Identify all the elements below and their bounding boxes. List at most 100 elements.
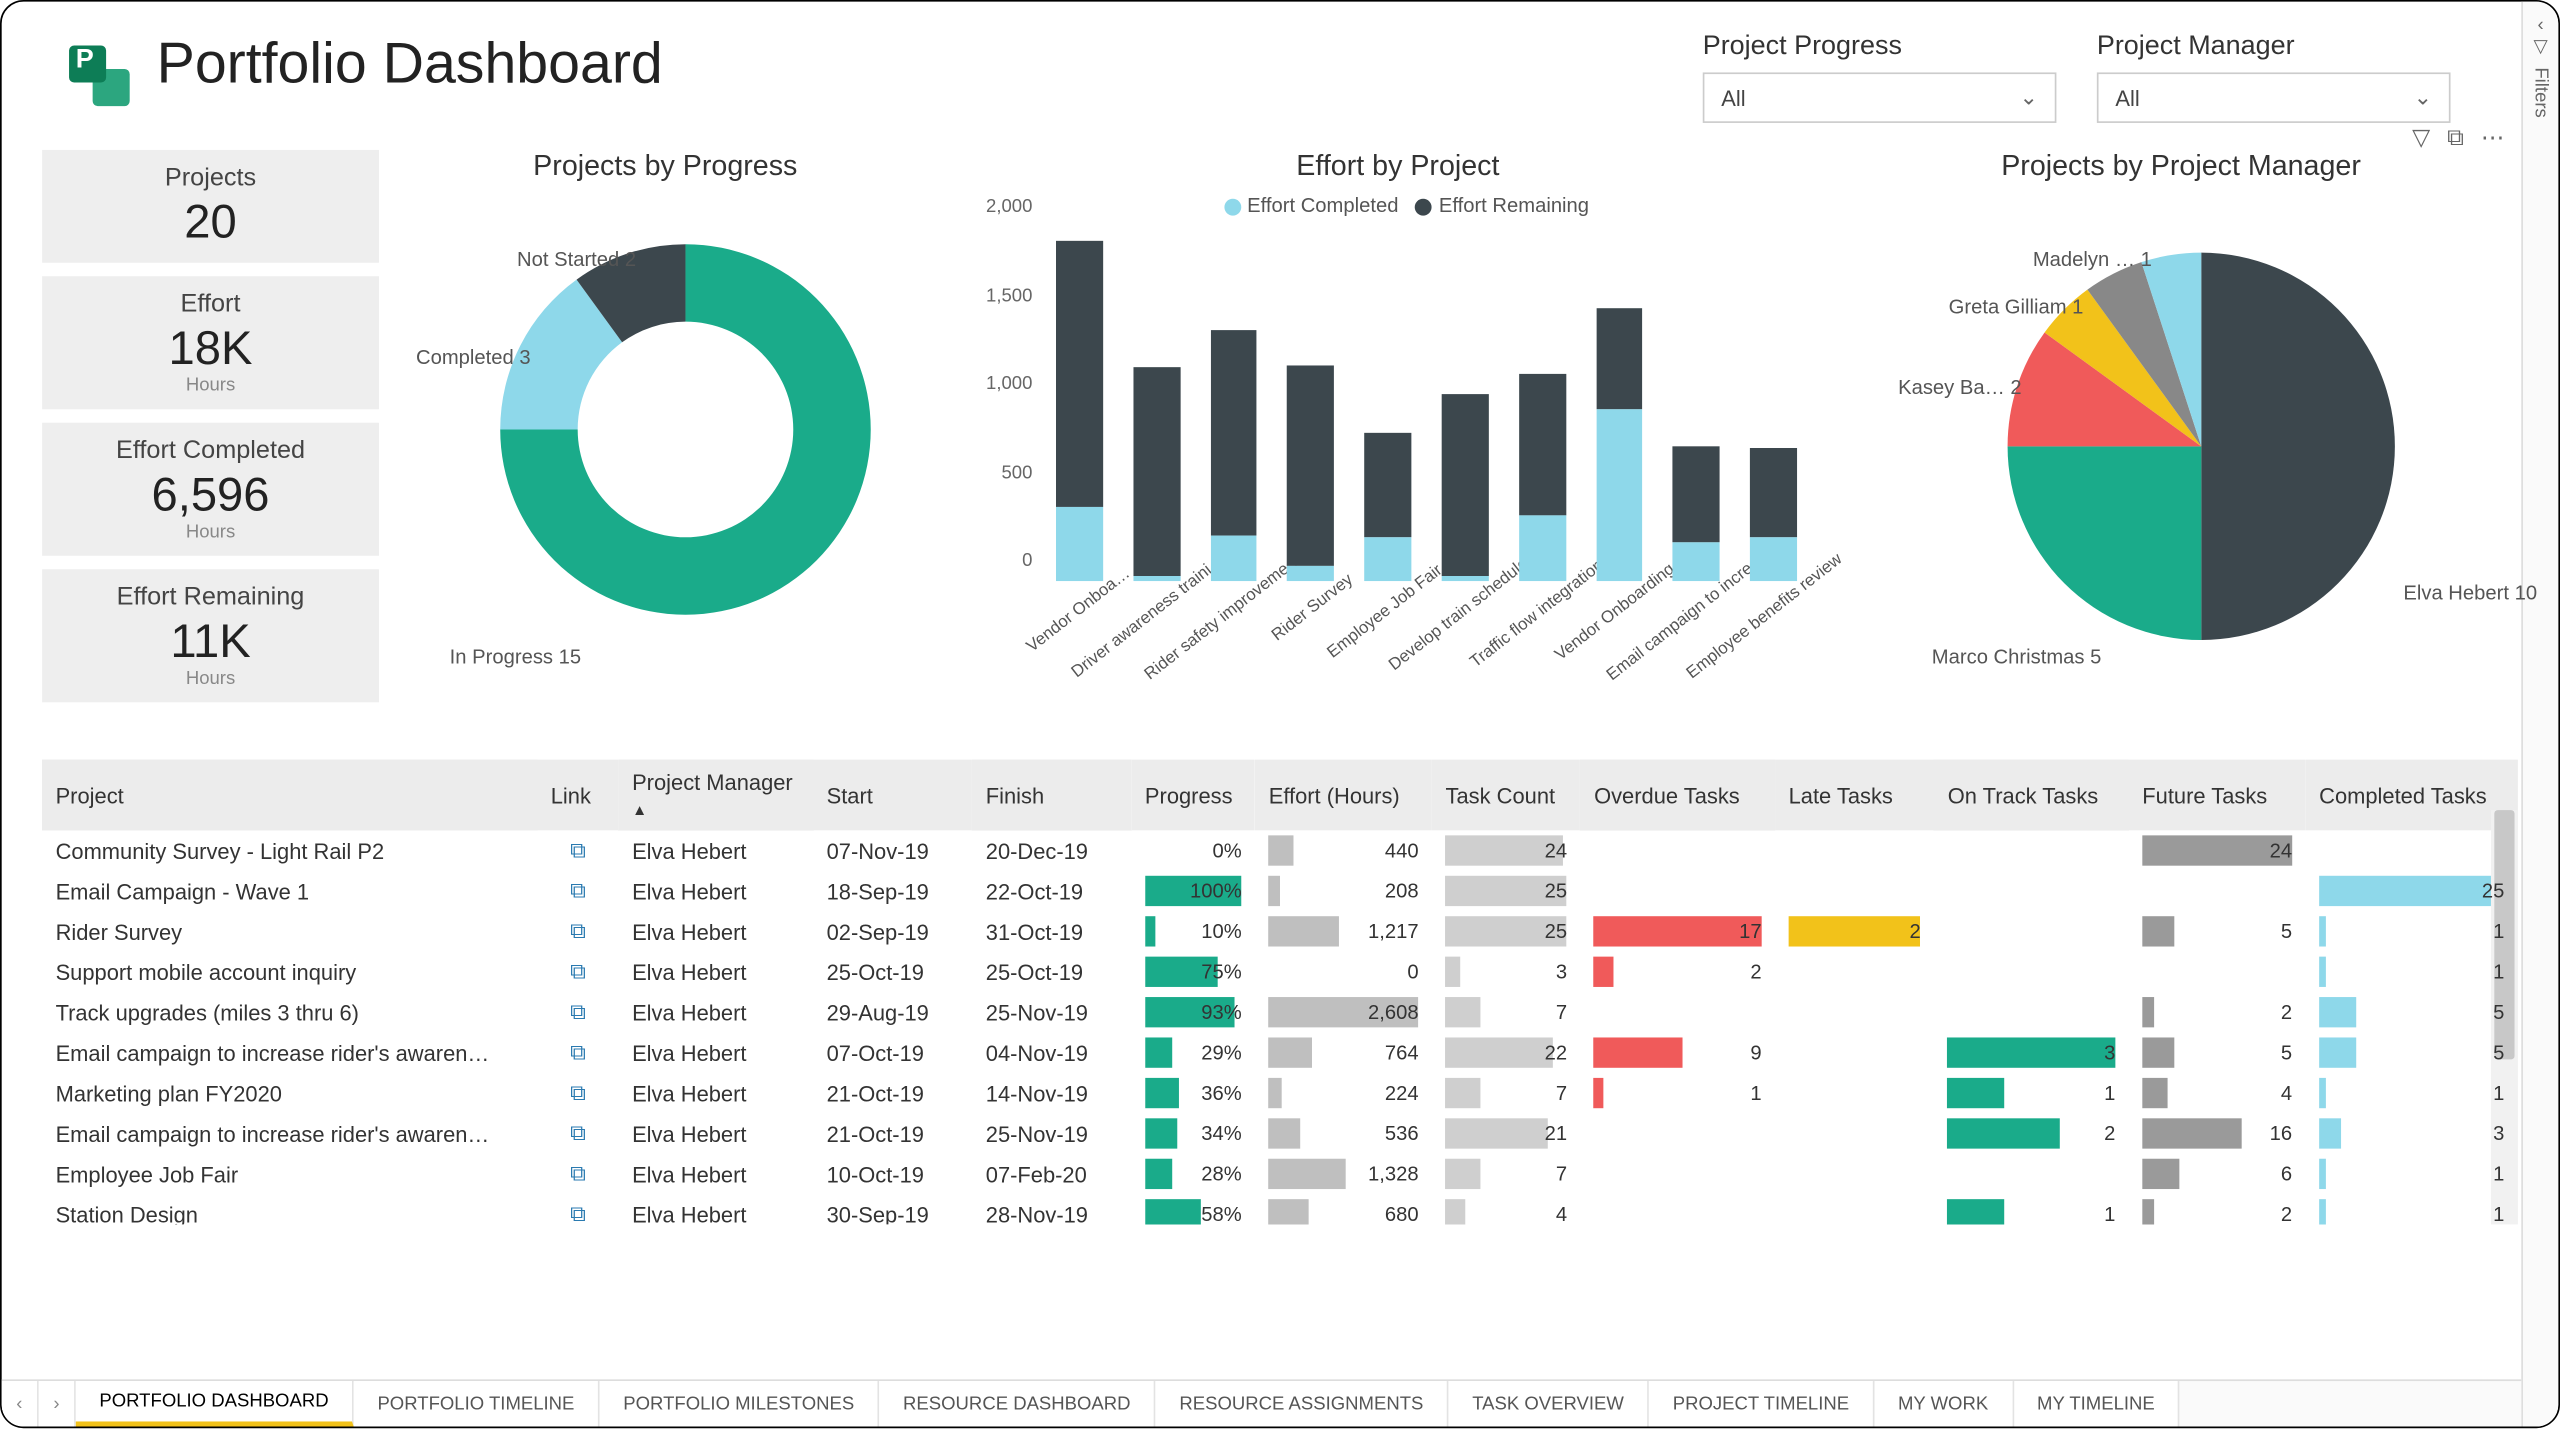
project-name-cell: Support mobile account inquiry xyxy=(42,952,537,992)
link-icon[interactable]: ⧉ xyxy=(570,837,586,862)
page-tab[interactable]: PROJECT TIMELINE xyxy=(1649,1381,1874,1426)
table-header-cell[interactable]: Project xyxy=(42,760,537,831)
table-header-cell[interactable]: On Track Tasks xyxy=(1934,760,2129,831)
page-tab[interactable]: TASK OVERVIEW xyxy=(1449,1381,1650,1426)
more-icon[interactable]: ⋯ xyxy=(2481,123,2505,152)
donut-slice-label: Not Started 2 xyxy=(517,248,636,272)
page-tab[interactable]: RESOURCE DASHBOARD xyxy=(879,1381,1155,1426)
table-header-cell[interactable]: Progress xyxy=(1131,760,1255,831)
project-name-cell: Track upgrades (miles 3 thru 6) xyxy=(42,992,537,1032)
project-name-cell: Email campaign to increase rider's aware… xyxy=(42,1032,537,1072)
table-header-cell[interactable]: Overdue Tasks xyxy=(1581,760,1776,831)
filter-funnel-icon: ▽ xyxy=(2534,35,2548,57)
table-header-cell[interactable]: Start xyxy=(813,760,972,831)
report-canvas: P Portfolio Dashboard Project Progress A… xyxy=(0,0,2560,1428)
projects-table[interactable]: ProjectLinkProject Manager ▲StartFinishP… xyxy=(2,760,2559,1225)
table-row[interactable]: Employee Job Fair⧉Elva Hebert10-Oct-1907… xyxy=(42,1154,2518,1194)
donut-slice-label: Completed 3 xyxy=(416,345,531,369)
table-row[interactable]: Email campaign to increase rider's aware… xyxy=(42,1032,2518,1072)
chart-projects-by-progress[interactable]: Projects by Progress In Progress 15Compl… xyxy=(379,150,952,760)
chevron-left-icon[interactable]: ‹ xyxy=(2538,15,2544,35)
page-tab[interactable]: PORTFOLIO TIMELINE xyxy=(354,1381,600,1426)
kpi-card[interactable]: Effort Remaining11KHours xyxy=(42,569,379,702)
chart-effort-by-project[interactable]: Effort by Project Effort CompletedEffort… xyxy=(952,150,1845,760)
bar-column[interactable]: Employee benefits review xyxy=(1740,227,1807,581)
bar-column[interactable]: Vendor Onboarding xyxy=(1586,227,1653,581)
table-header-cell[interactable]: Task Count xyxy=(1432,760,1581,831)
page-tab[interactable]: PORTFOLIO DASHBOARD xyxy=(76,1381,354,1426)
page-tab[interactable]: PORTFOLIO MILESTONES xyxy=(600,1381,880,1426)
slicer-dropdown[interactable]: All⌄ xyxy=(1703,72,2057,123)
table-header-cell[interactable]: Link xyxy=(537,760,618,831)
link-icon[interactable]: ⧉ xyxy=(570,999,586,1024)
table-header-cell[interactable]: Late Tasks xyxy=(1775,760,1934,831)
table-row[interactable]: Email Campaign - Wave 1⧉Elva Hebert18-Se… xyxy=(42,871,2518,911)
table-row[interactable]: Track upgrades (miles 3 thru 6)⧉Elva Heb… xyxy=(42,992,2518,1032)
link-icon[interactable]: ⧉ xyxy=(570,1120,586,1145)
pie-slice-label: Kasey Ba… 2 xyxy=(1898,376,2022,400)
pie-slice-label: Marco Christmas 5 xyxy=(1932,645,2102,669)
tab-prev[interactable]: ‹ xyxy=(2,1381,39,1426)
link-icon[interactable]: ⧉ xyxy=(570,1039,586,1064)
table-header-cell[interactable]: Completed Tasks xyxy=(2306,760,2518,831)
pie-svg xyxy=(1864,177,2497,716)
filter-icon[interactable]: ▽ xyxy=(2412,123,2430,152)
project-name-cell: Station Design xyxy=(42,1194,537,1224)
link-icon[interactable]: ⧉ xyxy=(570,918,586,943)
bar-legend: Effort CompletedEffort Remaining xyxy=(972,194,1824,218)
pie-slice-label: Madelyn … 1 xyxy=(2033,248,2152,272)
chart-projects-by-manager[interactable]: Projects by Project Manager Elva Hebert … xyxy=(1844,150,2518,760)
link-icon[interactable]: ⧉ xyxy=(570,958,586,983)
link-icon[interactable]: ⧉ xyxy=(570,1160,586,1185)
page-tab[interactable]: RESOURCE ASSIGNMENTS xyxy=(1156,1381,1449,1426)
table-row[interactable]: Station Design⧉Elva Hebert30-Sep-1928-No… xyxy=(42,1194,2518,1224)
tab-next[interactable]: › xyxy=(39,1381,76,1426)
page-tabs: ‹›PORTFOLIO DASHBOARDPORTFOLIO TIMELINEP… xyxy=(2,1379,2522,1426)
bar-column[interactable]: Rider safety improveme… xyxy=(1200,227,1267,581)
kpi-card[interactable]: Effort Completed6,596Hours xyxy=(42,423,379,556)
bar-column[interactable]: Driver awareness traini… xyxy=(1123,227,1190,581)
project-name-cell: Employee Job Fair xyxy=(42,1154,537,1194)
project-name-cell: Marketing plan FY2020 xyxy=(42,1073,537,1113)
table-row[interactable]: Support mobile account inquiry⧉Elva Hebe… xyxy=(42,952,2518,992)
bar-column[interactable]: Email campaign to incre… xyxy=(1663,227,1730,581)
page-title: Portfolio Dashboard xyxy=(157,32,663,98)
visual-toolbar: ▽ ⧉ ⋯ xyxy=(2412,123,2504,152)
table-row[interactable]: Community Survey - Light Rail P2⧉Elva He… xyxy=(42,830,2518,870)
table-header-row: ProjectLinkProject Manager ▲StartFinishP… xyxy=(42,760,2518,831)
table-header-cell[interactable]: Project Manager ▲ xyxy=(619,760,814,831)
table-row[interactable]: Rider Survey⧉Elva Hebert02-Sep-1931-Oct-… xyxy=(42,911,2518,951)
link-icon[interactable]: ⧉ xyxy=(570,1080,586,1105)
link-icon[interactable]: ⧉ xyxy=(570,1201,586,1225)
slicer-label: Project Manager xyxy=(2097,32,2451,62)
table-row[interactable]: Email campaign to increase rider's aware… xyxy=(42,1113,2518,1153)
table-header-cell[interactable]: Future Tasks xyxy=(2129,760,2306,831)
bar-column[interactable]: Vendor Onboa… xyxy=(1046,227,1113,581)
project-name-cell: Community Survey - Light Rail P2 xyxy=(42,830,537,870)
table-header-cell[interactable]: Finish xyxy=(972,760,1131,831)
page-tab[interactable]: MY TIMELINE xyxy=(2013,1381,2180,1426)
header: P Portfolio Dashboard Project Progress A… xyxy=(2,2,2559,137)
bar-column[interactable]: Employee Job Fair xyxy=(1354,227,1421,581)
pie-slice-label: Greta Gilliam 1 xyxy=(1949,295,2084,319)
bar-column[interactable]: Traffic flow integration xyxy=(1509,227,1576,581)
kpi-card[interactable]: Projects20 xyxy=(42,150,379,263)
page-tab[interactable]: MY WORK xyxy=(1874,1381,2013,1426)
chevron-down-icon: ⌄ xyxy=(2020,84,2038,111)
project-logo-icon: P xyxy=(69,45,130,106)
bar-column[interactable]: Rider Survey xyxy=(1277,227,1344,581)
kpi-card[interactable]: Effort18KHours xyxy=(42,276,379,409)
table-row[interactable]: Marketing plan FY2020⧉Elva Hebert21-Oct-… xyxy=(42,1073,2518,1113)
project-name-cell: Email Campaign - Wave 1 xyxy=(42,871,537,911)
slicer-dropdown[interactable]: All⌄ xyxy=(2097,72,2451,123)
slicer-label: Project Progress xyxy=(1703,32,2057,62)
pie-slice-label: Elva Hebert 10 xyxy=(2403,581,2537,605)
donut-svg xyxy=(399,177,931,682)
chevron-down-icon: ⌄ xyxy=(2414,84,2432,111)
donut-slice-label: In Progress 15 xyxy=(450,645,581,669)
link-icon[interactable]: ⧉ xyxy=(570,877,586,902)
table-header-cell[interactable]: Effort (Hours) xyxy=(1255,760,1432,831)
bar-column[interactable]: Develop train schedule xyxy=(1432,227,1499,581)
focus-icon[interactable]: ⧉ xyxy=(2447,123,2464,152)
filters-pane-collapsed[interactable]: ‹ ▽ Filters xyxy=(2521,2,2558,1427)
